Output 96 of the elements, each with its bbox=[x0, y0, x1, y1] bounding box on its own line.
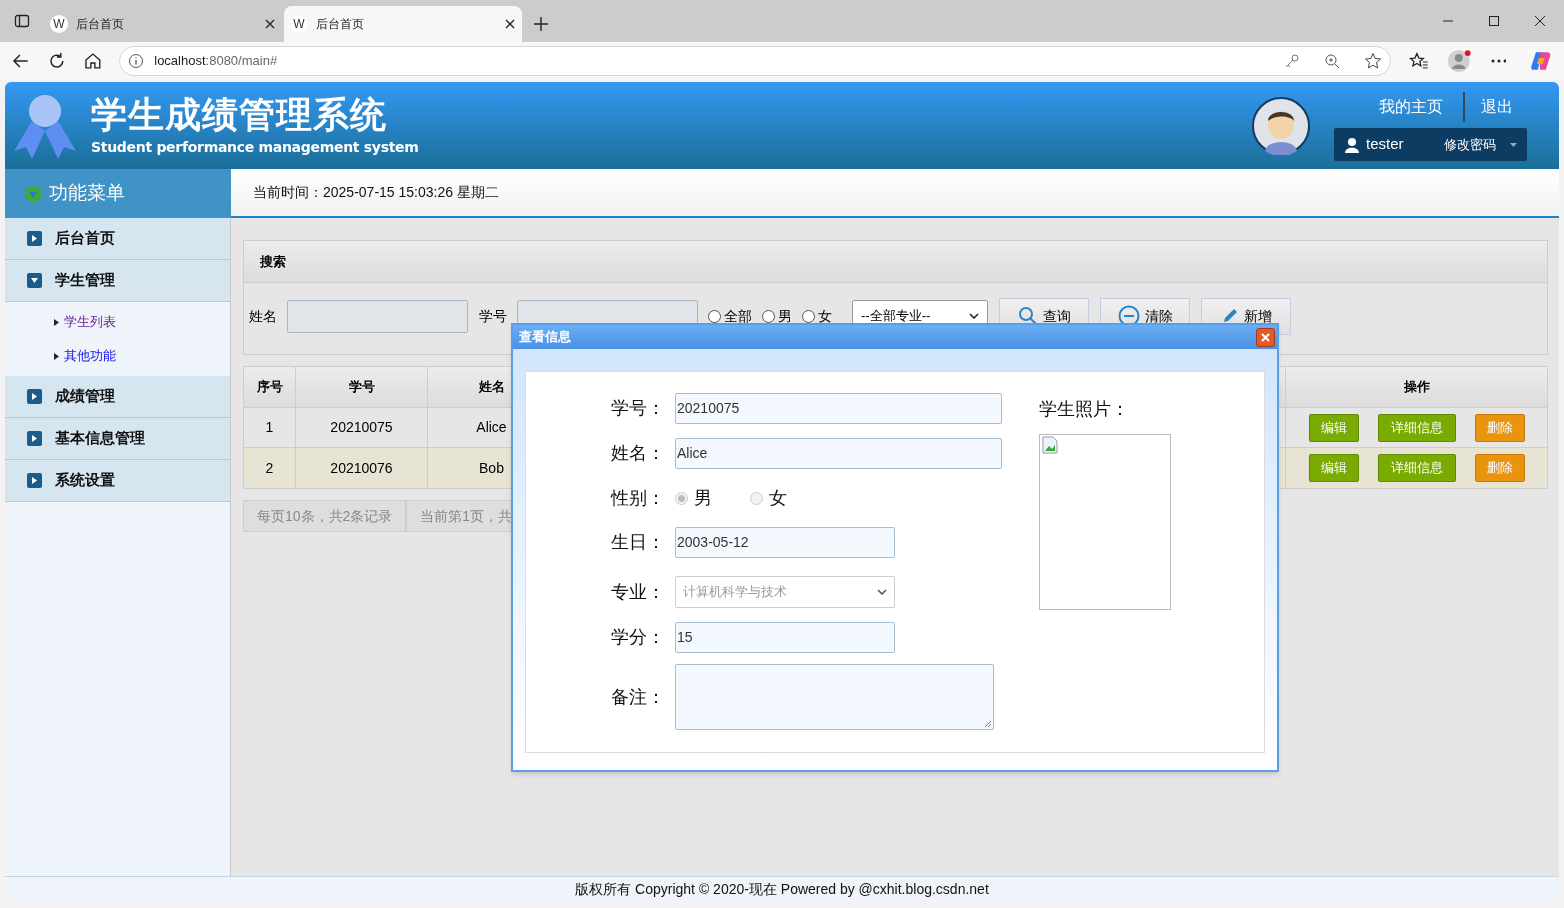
address-bar[interactable]: localhost:8080/main# bbox=[119, 46, 1392, 76]
home-icon[interactable] bbox=[83, 52, 102, 70]
input-field[interactable]: Alice bbox=[675, 438, 1002, 469]
copyright-text: 版权所有 Copyright © 2020-现在 Powered by @cxhit.blog.csdn.net bbox=[575, 880, 989, 899]
radio-label: 全部 bbox=[724, 306, 752, 326]
current-time: 当前时间：2025-07-15 15:03:26 星期二 bbox=[253, 183, 499, 202]
caret-icon bbox=[1510, 142, 1517, 147]
input-field[interactable]: 15 bbox=[675, 622, 895, 653]
form-label: 学号： bbox=[611, 397, 666, 420]
column-header: 序号 bbox=[244, 367, 296, 407]
user-icon bbox=[1344, 136, 1360, 153]
system-title: 学生成绩管理系统 bbox=[91, 95, 388, 135]
radio-button[interactable] bbox=[708, 309, 721, 323]
star-icon[interactable] bbox=[1364, 52, 1383, 70]
form-label: 学分： bbox=[611, 626, 666, 649]
back-icon[interactable] bbox=[12, 52, 30, 70]
close-icon[interactable] bbox=[264, 18, 276, 30]
home-link[interactable]: 我的主页 bbox=[1359, 95, 1463, 119]
menu-title: 功能菜单 bbox=[49, 181, 125, 206]
table-cell-text: 20210076 bbox=[330, 458, 393, 478]
tab-title: 后台首页 bbox=[76, 16, 125, 33]
expand-icon bbox=[27, 389, 42, 404]
new-tab-icon[interactable] bbox=[534, 17, 548, 31]
table-cell-text: 20210075 bbox=[330, 418, 393, 437]
table-cell-text: Alice bbox=[476, 418, 507, 437]
sidebar-item[interactable]: 基本信息管理 bbox=[5, 418, 230, 460]
browser-tab[interactable]: W 后台首页 bbox=[44, 6, 282, 42]
favicon: W bbox=[50, 15, 68, 33]
submenu-link[interactable]: 学生列表 bbox=[64, 312, 116, 332]
input-field[interactable]: 2003-05-12 bbox=[675, 527, 895, 558]
close-button[interactable] bbox=[1256, 327, 1275, 347]
avatar bbox=[1252, 96, 1310, 155]
info-icon[interactable] bbox=[128, 53, 145, 69]
copilot-icon[interactable] bbox=[1530, 50, 1552, 72]
broken-image-icon bbox=[1041, 436, 1059, 454]
chevron-icon bbox=[877, 589, 887, 595]
table-cell-text: 2 bbox=[265, 458, 274, 478]
collapse-icon bbox=[27, 273, 42, 288]
favicon: W bbox=[290, 15, 308, 33]
expand-icon bbox=[27, 431, 42, 446]
radio-label: 男 bbox=[694, 486, 712, 510]
key-icon[interactable] bbox=[1284, 53, 1301, 69]
column-header: 操作 bbox=[1402, 378, 1431, 397]
more-icon[interactable] bbox=[1490, 59, 1507, 63]
cube-icon bbox=[23, 183, 43, 204]
resize-grip-icon bbox=[984, 720, 991, 727]
bullet-icon bbox=[54, 318, 59, 326]
system-subtitle: Student performance management system bbox=[91, 138, 419, 156]
submenu-link[interactable]: 其他功能 bbox=[64, 346, 116, 366]
bullet-icon bbox=[54, 352, 59, 360]
search-field[interactable] bbox=[287, 299, 468, 333]
form-label: 备注： bbox=[611, 685, 666, 709]
expand-icon bbox=[27, 473, 42, 488]
close-icon[interactable] bbox=[1534, 15, 1546, 27]
sidebar-item[interactable]: 成绩管理 bbox=[5, 376, 230, 418]
field-label: 姓名 bbox=[249, 306, 277, 326]
textarea-field[interactable] bbox=[675, 664, 994, 730]
sidebar-item[interactable]: 后台首页 bbox=[5, 218, 230, 260]
input-field[interactable]: 20210075 bbox=[675, 393, 1002, 424]
change-password-link[interactable]: 修改密码 bbox=[1444, 134, 1496, 155]
form-label: 姓名： bbox=[611, 442, 666, 465]
favorites-icon[interactable] bbox=[1409, 52, 1429, 70]
radio-label: 女 bbox=[769, 486, 787, 510]
tab-title: 后台首页 bbox=[316, 16, 365, 33]
username: tester bbox=[1366, 134, 1404, 155]
search-icon bbox=[1017, 306, 1038, 326]
photo-label: 学生照片： bbox=[1039, 398, 1130, 421]
form-label: 专业： bbox=[611, 580, 666, 604]
expand-icon bbox=[27, 231, 42, 246]
maximize-icon[interactable] bbox=[1488, 15, 1500, 27]
column-header: 学号 bbox=[296, 367, 428, 407]
radio-button[interactable] bbox=[802, 309, 815, 323]
table-cell-text: Bob bbox=[479, 458, 504, 478]
url-text: localhost:8080/main# bbox=[154, 52, 279, 71]
zoom-icon[interactable] bbox=[1324, 53, 1341, 69]
close-icon[interactable] bbox=[504, 18, 516, 30]
sidebar-toggle-icon[interactable] bbox=[14, 13, 30, 29]
reload-icon[interactable] bbox=[47, 52, 66, 70]
browser-tab[interactable]: W 后台首页 bbox=[284, 6, 522, 42]
logout-link[interactable]: 退出 bbox=[1465, 95, 1527, 119]
dialog-title: 查看信息 bbox=[519, 328, 571, 347]
table-cell-text: 1 bbox=[265, 418, 274, 437]
close-icon bbox=[1261, 332, 1270, 342]
radio-button[interactable] bbox=[762, 309, 775, 323]
form-label: 性别： bbox=[611, 486, 666, 510]
field-label: 学号 bbox=[479, 306, 507, 326]
radio-label: 女 bbox=[818, 306, 832, 326]
user-bar[interactable]: tester 修改密码 bbox=[1334, 128, 1527, 161]
pagination-info: 每页10条，共2条记录 bbox=[243, 500, 407, 532]
form-label: 生日： bbox=[611, 531, 666, 554]
profile-icon[interactable] bbox=[1446, 49, 1473, 73]
panel-title: 搜索 bbox=[260, 252, 286, 271]
sidebar-item[interactable]: 系统设置 bbox=[5, 460, 230, 502]
chevron-icon bbox=[969, 313, 979, 319]
sidebar-item[interactable]: 学生管理 bbox=[5, 260, 230, 302]
radio-label: 男 bbox=[778, 306, 792, 326]
